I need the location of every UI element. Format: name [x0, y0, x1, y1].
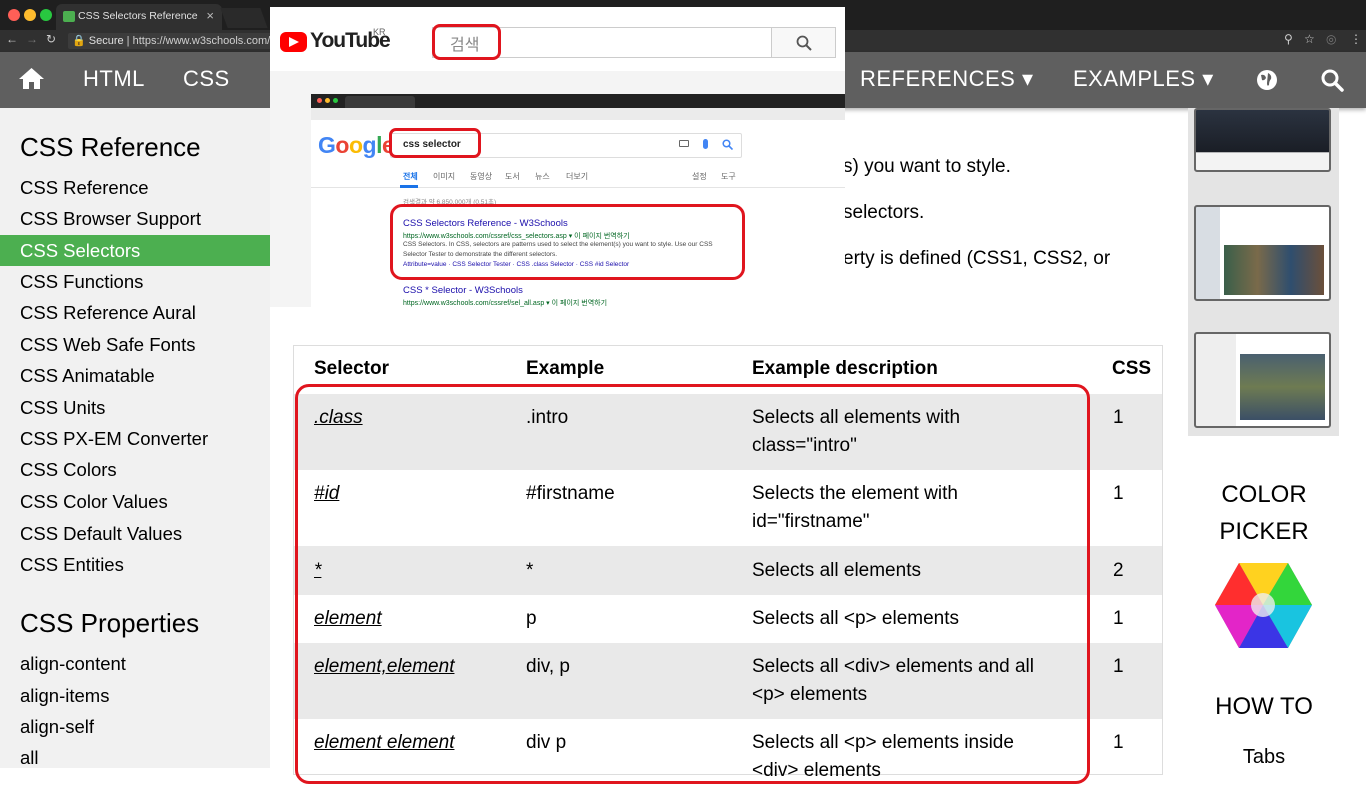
- sidebar-item-px-em[interactable]: CSS PX-EM Converter: [0, 423, 270, 454]
- sidebar-item-selectors[interactable]: CSS Selectors: [0, 235, 270, 266]
- css-version-cell: 1: [1113, 732, 1124, 753]
- nav-references[interactable]: REFERENCES ▾: [860, 66, 1034, 92]
- sidebar-item-units[interactable]: CSS Units: [0, 392, 270, 423]
- minimize-window-icon[interactable]: [24, 9, 36, 21]
- browser-tab[interactable]: CSS Selectors Reference ×: [56, 4, 222, 30]
- sidebar-item-css-reference[interactable]: CSS Reference: [0, 172, 270, 203]
- google-tab-books[interactable]: 도서: [505, 171, 520, 182]
- color-picker-title-1[interactable]: COLOR: [1214, 481, 1314, 509]
- ad-thumbnail-2[interactable]: [1194, 205, 1331, 301]
- google-tab-videos[interactable]: 동영상: [470, 171, 492, 182]
- intro-text-3: erty is defined (CSS1, CSS2, or: [843, 248, 1111, 269]
- ad-thumbnail-3[interactable]: [1194, 332, 1331, 428]
- sidebar-item-colors[interactable]: CSS Colors: [0, 454, 270, 485]
- maximize-window-icon[interactable]: [40, 9, 52, 21]
- youtube-search-icon: [796, 35, 812, 51]
- annotation-highlight-google-result: [390, 204, 745, 280]
- sidebar-item-functions[interactable]: CSS Functions: [0, 266, 270, 297]
- extension-icon[interactable]: ◎: [1326, 32, 1336, 46]
- search-icon[interactable]: [1320, 68, 1344, 92]
- css-version-cell: 1: [1113, 608, 1124, 629]
- zoom-icon[interactable]: ⚲: [1284, 32, 1293, 46]
- col-header-example: Example: [526, 358, 605, 379]
- tab-close-icon[interactable]: ×: [206, 8, 214, 23]
- keyboard-icon[interactable]: [679, 140, 689, 147]
- sidebar-heading-properties: CSS Properties: [20, 608, 200, 638]
- secure-label: Secure: [88, 35, 124, 47]
- intro-text-1: s) you want to style.: [843, 156, 1011, 177]
- sidebar-prop-all[interactable]: all: [0, 742, 270, 773]
- nav-examples[interactable]: EXAMPLES ▾: [1073, 66, 1214, 92]
- menu-dots-icon[interactable]: ⋮: [1350, 32, 1362, 46]
- google-tab-news[interactable]: 뉴스: [535, 171, 550, 182]
- col-header-css: CSS: [1112, 358, 1152, 379]
- w3schools-favicon-icon: [63, 11, 75, 22]
- ad-thumbnail-1[interactable]: [1194, 108, 1331, 172]
- google-logo[interactable]: Google: [318, 132, 395, 159]
- reload-icon[interactable]: ↻: [46, 32, 56, 46]
- youtube-play-icon: [289, 37, 299, 47]
- google-search-icon[interactable]: [722, 139, 733, 150]
- how-to-title[interactable]: HOW TO: [1204, 693, 1324, 721]
- annotation-highlight-table: [295, 384, 1090, 784]
- google-tab-all[interactable]: 전체: [403, 171, 418, 182]
- url-text: https://www.w3schools.com/css: [132, 35, 273, 47]
- sidebar-item-web-safe-fonts[interactable]: CSS Web Safe Fonts: [0, 329, 270, 360]
- back-icon[interactable]: ←: [6, 32, 18, 46]
- google-tab-more[interactable]: 더보기: [566, 171, 588, 182]
- css-version-cell: 1: [1113, 483, 1124, 504]
- css-version-cell: 2: [1113, 560, 1124, 581]
- sidebar-item-aural[interactable]: CSS Reference Aural: [0, 297, 270, 328]
- color-picker-title-2[interactable]: PICKER: [1214, 518, 1314, 546]
- google-tab-settings[interactable]: 설정: [692, 171, 707, 182]
- annotation-highlight-youtube-search: [432, 24, 501, 60]
- google-tab-tools[interactable]: 도구: [721, 171, 736, 182]
- sidebar-item-browser-support[interactable]: CSS Browser Support: [0, 203, 270, 234]
- annotation-highlight-google-query: [389, 128, 481, 158]
- sidebar-item-entities[interactable]: CSS Entities: [0, 549, 270, 580]
- url-field[interactable]: 🔒 Secure | https://www.w3schools.com/css: [68, 33, 273, 49]
- col-header-selector: Selector: [314, 358, 389, 379]
- color-hexagon-icon[interactable]: [1215, 563, 1312, 648]
- home-icon[interactable]: [18, 67, 45, 90]
- forward-icon[interactable]: →: [26, 32, 38, 46]
- google-result-title[interactable]: CSS * Selector - W3Schools: [403, 285, 523, 296]
- bookmark-star-icon[interactable]: ☆: [1304, 32, 1315, 46]
- nav-css[interactable]: CSS: [183, 66, 230, 92]
- youtube-region: KR: [373, 27, 386, 37]
- new-tab-button[interactable]: [220, 8, 268, 28]
- google-result-url[interactable]: https://www.w3schools.com/cssref/sel_all…: [403, 298, 607, 308]
- google-screenshot-tabbar: [311, 94, 845, 108]
- sidebar-item-animatable[interactable]: CSS Animatable: [0, 360, 270, 391]
- css-version-cell: 1: [1113, 407, 1124, 428]
- google-tab-indicator: [400, 185, 418, 188]
- close-window-icon[interactable]: [8, 9, 20, 21]
- mic-icon[interactable]: [703, 139, 708, 149]
- sidebar-prop-align-self[interactable]: align-self: [0, 711, 270, 742]
- how-to-tabs-link[interactable]: Tabs: [1214, 746, 1314, 769]
- col-header-description: Example description: [752, 358, 938, 379]
- youtube-search-button[interactable]: [771, 27, 836, 58]
- css-version-cell: 1: [1113, 656, 1124, 677]
- sidebar-prop-align-content[interactable]: align-content: [0, 648, 270, 679]
- nav-html[interactable]: HTML: [83, 66, 145, 92]
- sidebar-prop-align-items[interactable]: align-items: [0, 680, 270, 711]
- sidebar-item-color-values[interactable]: CSS Color Values: [0, 486, 270, 517]
- tab-title: CSS Selectors Reference: [78, 10, 198, 22]
- google-screenshot-address: [311, 108, 845, 120]
- intro-text-2: selectors.: [843, 202, 925, 223]
- sidebar-heading-reference: CSS Reference: [20, 132, 201, 162]
- globe-icon[interactable]: [1256, 69, 1278, 91]
- google-tab-images[interactable]: 이미지: [433, 171, 455, 182]
- sidebar-item-default-values[interactable]: CSS Default Values: [0, 518, 270, 549]
